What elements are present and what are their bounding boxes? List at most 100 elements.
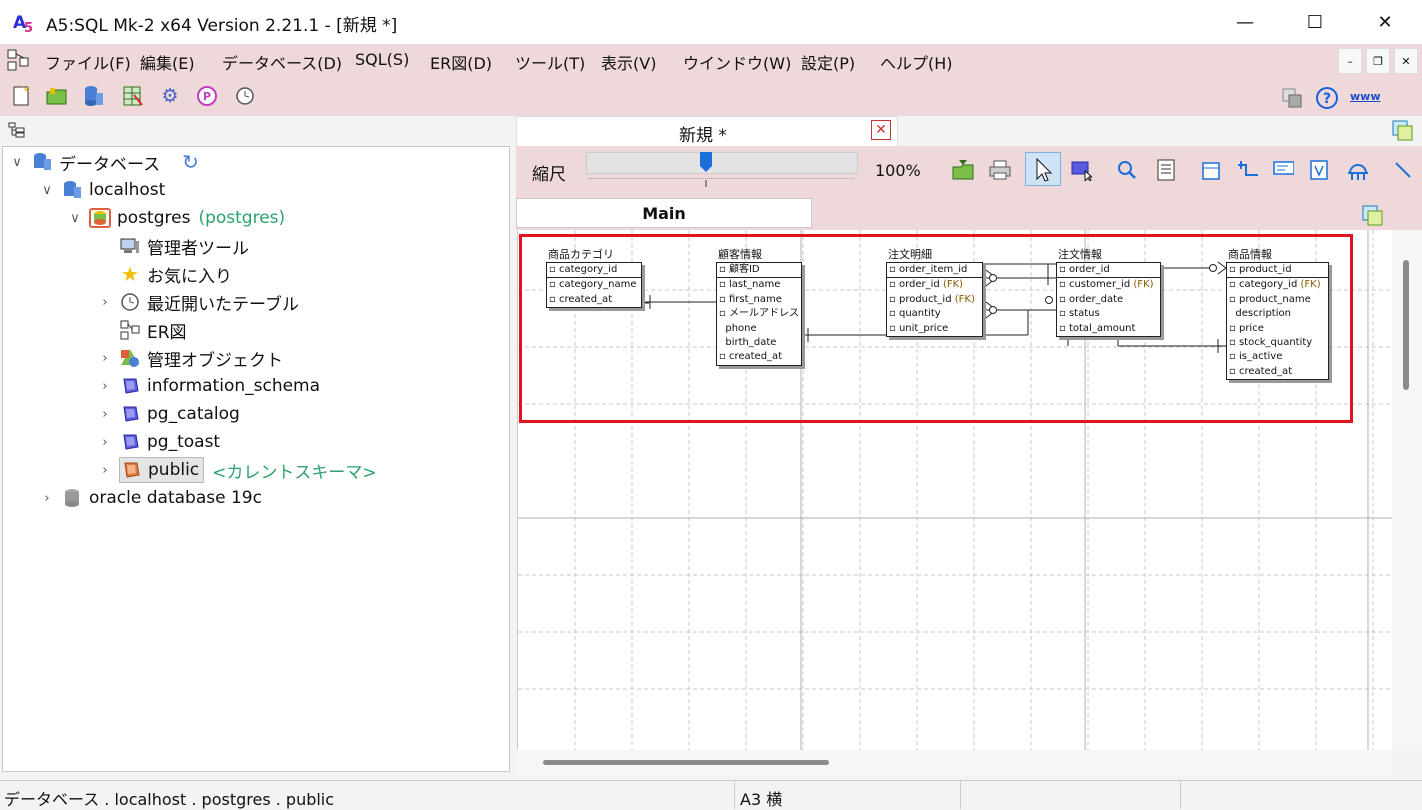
- window-title: A5:SQL Mk-2 x64 Version 2.21.1 - [新規 *]: [46, 16, 398, 36]
- subtype-tool-icon[interactable]: [1346, 159, 1368, 181]
- document-tab[interactable]: 新規 * ✕: [516, 116, 898, 148]
- tree-item-information-schema[interactable]: › information_schema: [97, 373, 320, 399]
- chevron-right-icon[interactable]: ›: [97, 463, 113, 478]
- tree-toggle-icon[interactable]: [8, 122, 26, 138]
- schema-menu-icon[interactable]: [6, 48, 32, 72]
- tree-item-label: ER図: [147, 322, 187, 343]
- status-divider: [960, 781, 961, 809]
- refresh-icon[interactable]: ↻: [182, 150, 199, 174]
- menu-view[interactable]: 表示(V): [601, 50, 656, 74]
- document-icon[interactable]: [1155, 159, 1177, 181]
- postgres-icon: [89, 208, 111, 228]
- tree-item-label: pg_catalog: [147, 404, 240, 424]
- menu-edit[interactable]: 編集(E): [140, 50, 195, 74]
- chevron-right-icon[interactable]: ›: [97, 351, 113, 366]
- zoom-search-icon[interactable]: [1116, 159, 1138, 181]
- entity-tool-icon[interactable]: [1070, 159, 1092, 181]
- close-button[interactable]: ✕: [1350, 0, 1420, 44]
- table-edit-icon[interactable]: [122, 85, 144, 107]
- mdi-restore-button[interactable]: ❐: [1366, 48, 1390, 74]
- help-icon[interactable]: ?: [1316, 87, 1338, 109]
- menu-help[interactable]: ヘルプ(H): [880, 50, 953, 74]
- tree-item-recent-tables[interactable]: › 最近開いたテーブル: [97, 289, 299, 315]
- status-divider: [734, 781, 735, 809]
- chevron-right-icon[interactable]: ›: [39, 491, 55, 506]
- chevron-right-icon[interactable]: ›: [97, 379, 113, 394]
- view-tool-icon[interactable]: [1308, 159, 1330, 181]
- zoom-value: 100%: [875, 161, 921, 180]
- chevron-right-icon[interactable]: ›: [97, 295, 113, 310]
- menu-window[interactable]: ウインドウ(W): [683, 50, 791, 74]
- mdi-close-button[interactable]: ✕: [1394, 48, 1418, 74]
- vertical-scrollbar[interactable]: [1392, 230, 1422, 750]
- status-bar: データベース . localhost . postgres . public A…: [0, 780, 1422, 809]
- tree-item-oracle[interactable]: › oracle database 19c: [39, 485, 262, 511]
- schema-icon: [119, 376, 141, 396]
- menu-database[interactable]: データベース(D): [222, 50, 342, 74]
- horizontal-scroll-thumb[interactable]: [543, 760, 829, 765]
- gear-icon[interactable]: ⚙: [159, 85, 181, 107]
- open-folder-icon[interactable]: [46, 85, 68, 107]
- chevron-right-icon[interactable]: ›: [97, 435, 113, 450]
- menu-tools[interactable]: ツール(T): [515, 50, 585, 74]
- tree-item-pg-toast[interactable]: › pg_toast: [97, 429, 220, 455]
- tab-close-icon[interactable]: ✕: [871, 120, 891, 140]
- tree-item-public[interactable]: › public <カレントスキーマ>: [97, 457, 377, 483]
- menu-sql[interactable]: SQL(S): [355, 50, 409, 69]
- mdi-minimize-button[interactable]: –: [1338, 48, 1362, 74]
- layers-icon[interactable]: [1392, 120, 1416, 142]
- window-cascade-icon[interactable]: [1282, 88, 1302, 108]
- www-link[interactable]: www: [1350, 90, 1381, 103]
- comment-tool-icon[interactable]: [1272, 159, 1294, 181]
- tree-item-label: pg_toast: [147, 432, 221, 452]
- zoom-slider[interactable]: [586, 152, 858, 174]
- tree-item-label: localhost: [89, 180, 166, 200]
- horizontal-scrollbar[interactable]: [517, 750, 1392, 776]
- new-file-icon[interactable]: [10, 85, 32, 107]
- tree-item-postgres[interactable]: ∨ postgres (postgres): [67, 205, 285, 231]
- schema-icon: [119, 404, 141, 424]
- relation-tool-icon[interactable]: [1236, 159, 1258, 181]
- menu-file[interactable]: ファイル(F): [45, 50, 131, 74]
- menu-settings[interactable]: 設定(P): [801, 50, 855, 74]
- line-tool-icon[interactable]: [1392, 159, 1414, 181]
- chevron-down-icon[interactable]: ∨: [9, 155, 25, 170]
- erd-open-icon[interactable]: [952, 159, 974, 181]
- database-icon: [31, 152, 53, 172]
- tree-item-localhost[interactable]: ∨ localhost: [39, 177, 165, 203]
- select-tool-button[interactable]: [1025, 152, 1061, 186]
- tree-item-label: public: [148, 460, 200, 480]
- tree-item-favorites[interactable]: ★ お気に入り: [97, 261, 232, 287]
- zoom-ticks: [588, 178, 854, 180]
- tree-item-admin-objects[interactable]: › 管理オブジェクト: [97, 345, 283, 371]
- zoom-slider-thumb[interactable]: [697, 152, 715, 188]
- database-icon[interactable]: [83, 85, 105, 107]
- tree-item-label: information_schema: [147, 376, 321, 396]
- tree-item-label: 管理オブジェクト: [147, 350, 283, 371]
- history-icon[interactable]: [234, 85, 256, 107]
- chevron-right-icon[interactable]: ›: [97, 407, 113, 422]
- highlight-box: [519, 234, 1353, 423]
- tree-item-label: 管理者ツール: [147, 238, 249, 259]
- tab-main[interactable]: Main: [516, 198, 812, 228]
- chevron-down-icon[interactable]: ∨: [67, 211, 83, 226]
- status-path: データベース . localhost . postgres . public: [4, 790, 335, 809]
- computer-icon: [119, 236, 141, 256]
- tree-item-label: oracle database 19c: [89, 488, 262, 508]
- plugin-icon[interactable]: P: [196, 85, 218, 107]
- layers-icon[interactable]: [1362, 205, 1386, 227]
- maximize-button[interactable]: ☐: [1280, 0, 1350, 44]
- er-diagram-icon: [119, 320, 141, 340]
- tree-item-admin-tools[interactable]: 管理者ツール: [97, 233, 249, 259]
- tree-item-pg-catalog[interactable]: › pg_catalog: [97, 401, 240, 427]
- print-icon[interactable]: [989, 159, 1011, 181]
- tree-item-er[interactable]: ER図: [97, 317, 187, 343]
- schema-icon: [119, 432, 141, 452]
- minimize-button[interactable]: —: [1210, 0, 1280, 44]
- menu-er[interactable]: ER図(D): [430, 50, 492, 74]
- table-tool-icon[interactable]: [1200, 159, 1222, 181]
- vertical-scroll-thumb[interactable]: [1403, 260, 1409, 390]
- tree-item-sublabel: (postgres): [198, 208, 286, 228]
- chevron-down-icon[interactable]: ∨: [39, 183, 55, 198]
- tree-root[interactable]: ∨ データベース ↻: [9, 149, 199, 175]
